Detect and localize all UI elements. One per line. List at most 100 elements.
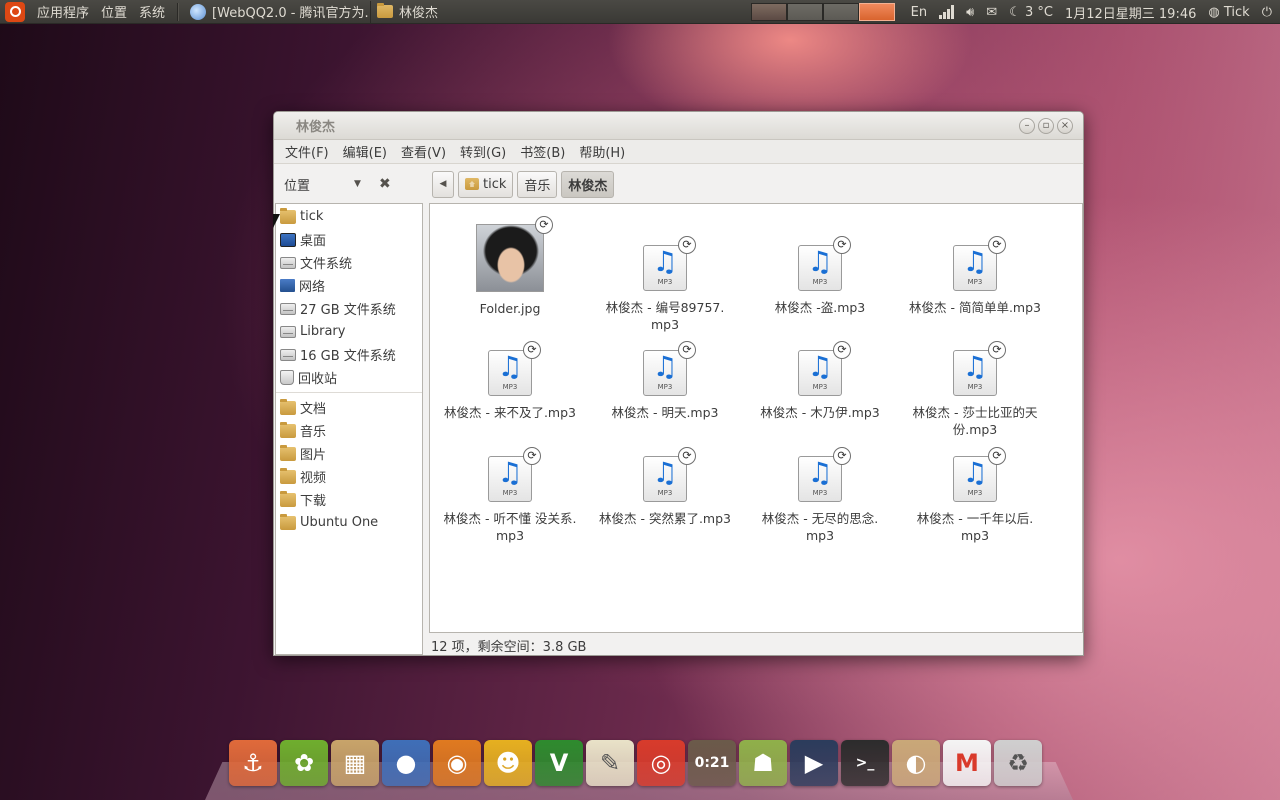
folder-icon [280,490,296,507]
sidebar-item[interactable]: 视频 [276,465,422,488]
file-item[interactable]: ♫ MP3 ⟳ 林俊杰 - 莎士比亚的天 份.mp3 [900,329,1050,438]
sidebar-item[interactable]: Library [276,320,422,343]
file-item[interactable]: ♫ MP3 ⟳ 林俊杰 - 听不懂 没关系. mp3 [435,435,585,544]
moon-icon: ☾ [1009,4,1025,20]
mp3-file-icon: ♫ MP3 ⟳ [643,447,696,502]
taskbar-item-folder[interactable]: 林俊杰 [370,0,556,23]
power-icon[interactable]: ⏻ [1262,5,1272,20]
sidebar-item[interactable]: 文件系统 [276,251,422,274]
file-item[interactable]: ♫ MP3 ⟳ 林俊杰 - 木乃伊.mp3 [745,329,895,421]
text-editor-icon[interactable]: ✎ [586,740,634,786]
file-item[interactable]: ♫ MP3 ⟳ 林俊杰 -盗.mp3 [745,224,895,316]
close-button[interactable]: × [1057,118,1073,134]
minimize-button[interactable]: – [1019,118,1035,134]
menu-bookmarks[interactable]: 书签(B) [513,142,572,161]
file-name: 林俊杰 - 突然累了.mp3 [590,510,740,527]
workspace-3[interactable] [822,3,859,21]
chevron-down-icon[interactable]: ▼ [354,179,361,189]
menu-file[interactable]: 文件(F) [278,142,336,161]
mail-icon[interactable]: ✉︎ [986,5,997,20]
contacts-icon[interactable]: ☻ [484,740,532,786]
menu-view[interactable]: 查看(V) [394,142,453,161]
sync-emblem-icon: ⟳ [988,341,1006,359]
sidebar-item[interactable]: 回收站 [276,366,422,389]
anchor-icon[interactable]: ⚓ [229,740,277,786]
ubuntu-settings-icon[interactable]: ✿ [280,740,328,786]
music-note-icon: ♫ [962,456,988,489]
music-note-icon: ♫ [497,350,523,383]
music-note-icon: ♫ [962,245,988,278]
keyboard-layout-indicator[interactable]: En [911,5,927,20]
file-item[interactable]: ♫ MP3 ⟳ 林俊杰 - 无尽的思念. mp3 [745,435,895,544]
maximize-button[interactable]: ▫ [1038,118,1054,134]
sidebar-item-label: Ubuntu One [300,515,379,530]
user-name: Tick [1223,4,1250,20]
weather-indicator[interactable]: ☾ 3 °C [1009,5,1053,20]
network-signal-icon[interactable] [939,5,955,19]
file-item[interactable]: ♫ MP3 ⟳ 林俊杰 - 一千年以后. mp3 [900,435,1050,544]
menu-help[interactable]: 帮助(H) [572,142,632,161]
sidebar-item[interactable]: 音乐 [276,419,422,442]
taskbar-item-webqq[interactable]: [WebQQ2.0 - 腾讯官方为... [184,1,370,23]
chrome-icon[interactable]: ◎ [637,740,685,786]
folder-icon [280,513,296,530]
window-titlebar[interactable]: 林俊杰 – ▫ × [274,112,1083,140]
dock: ⚓ ✿ ▦ ● ◉ ☻ V ✎ ◎ 0:21 ☗ ▶ >_ ◐ M ♻ [229,740,1042,786]
vim-icon[interactable]: V [535,740,583,786]
music-player-icon[interactable]: 0:21 [688,740,736,786]
user-menu[interactable]: ◍ Tick [1208,5,1249,20]
mp3-file-icon: ♫ MP3 ⟳ [798,447,851,502]
network-icon [280,279,295,292]
applications-menu[interactable]: 应用程序 [31,2,95,21]
pidgin-icon[interactable]: ● [382,740,430,786]
sidebar-item[interactable]: Ubuntu One [276,511,422,534]
workspace-1[interactable] [750,3,787,21]
sidebar-item[interactable]: 网络 [276,274,422,297]
sidebar-item[interactable]: 下载 [276,488,422,511]
workspace-2[interactable] [786,3,823,21]
home-folder-icon [465,178,479,190]
system-menu[interactable]: 系统 [133,2,171,21]
sidebar-item[interactable]: 16 GB 文件系统 [276,343,422,366]
gmail-icon[interactable]: M [943,740,991,786]
package-installer-icon[interactable]: ▦ [331,740,379,786]
sidebar-item[interactable]: 文档 [276,396,422,419]
volume-icon[interactable]: 🔊︎ [966,5,974,20]
file-item[interactable]: ⟳ Folder.jpg [435,216,585,317]
file-item[interactable]: ♫ MP3 ⟳ 林俊杰 - 简简单单.mp3 [900,224,1050,316]
file-item[interactable]: ♫ MP3 ⟳ 林俊杰 - 明天.mp3 [590,329,740,421]
sidebar-item-label: tick [300,209,324,224]
sidebar-item[interactable]: 27 GB 文件系统 [276,297,422,320]
sidebar-header: 位置 ▼ ✖ [274,175,424,194]
taskbar-item-label: [WebQQ2.0 - 腾讯官方为... [212,6,371,21]
workspace-switcher[interactable] [750,3,895,21]
workspace-4[interactable] [858,3,895,21]
close-sidebar-button[interactable]: ✖ [379,176,391,192]
video-player-icon[interactable]: ▶ [790,740,838,786]
file-item[interactable]: ♫ MP3 ⟳ 林俊杰 - 来不及了.mp3 [435,329,585,421]
breadcrumb-music[interactable]: 音乐 [517,170,558,198]
nautilus-icon[interactable]: ◐ [892,740,940,786]
sidebar-item[interactable]: tick [276,205,422,228]
places-menu[interactable]: 位置 [95,2,133,21]
file-item[interactable]: ♫ MP3 ⟳ 林俊杰 - 突然累了.mp3 [590,435,740,527]
sidebar-item[interactable]: 图片 [276,442,422,465]
trash-icon[interactable]: ♻ [994,740,1042,786]
sidebar-type-select[interactable]: 位置 [284,175,310,194]
firefox-icon[interactable]: ◉ [433,740,481,786]
terminal-icon[interactable]: >_ [841,740,889,786]
android-icon[interactable]: ☗ [739,740,787,786]
menu-edit[interactable]: 编辑(E) [336,142,394,161]
sidebar-item[interactable]: 桌面 [276,228,422,251]
file-name-line: mp3 [805,528,835,543]
file-icon-view[interactable]: ⟳ Folder.jpg ♫ MP3 ⟳ 林俊杰 - 编号89757. mp3 ♫ MP3 ⟳ 林俊… [429,203,1083,633]
file-item[interactable]: ♫ MP3 ⟳ 林俊杰 - 编号89757. mp3 [590,224,740,333]
music-note-icon: ♫ [497,456,523,489]
drive-icon [280,302,296,315]
breadcrumb-home[interactable]: tick [458,170,514,198]
breadcrumb-current[interactable]: 林俊杰 [561,170,615,198]
ubuntu-logo-icon[interactable] [5,1,25,22]
breadcrumb-back-button[interactable]: ◀ [432,170,454,198]
menu-go[interactable]: 转到(G) [453,142,513,161]
clock[interactable]: 1月12日星期三 19:46 [1065,3,1196,22]
